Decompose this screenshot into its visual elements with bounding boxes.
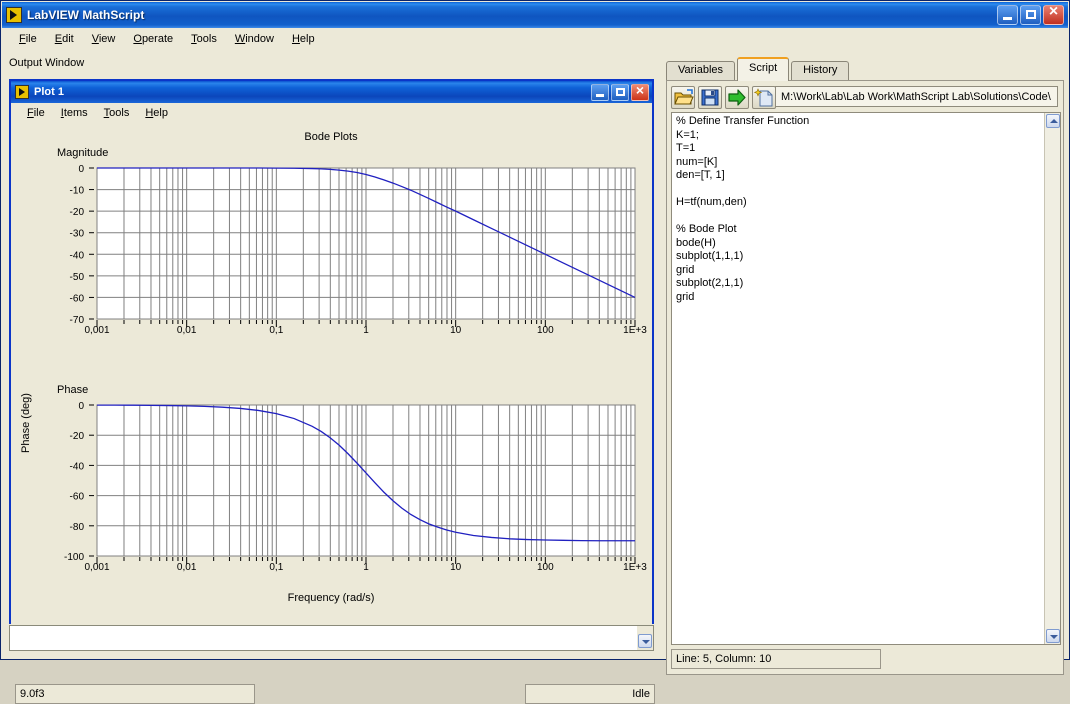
y-tick-label: -60 — [70, 492, 85, 503]
subplot-magnitude — [96, 167, 636, 320]
cursor-position-field: Line: 5, Column: 10 — [671, 649, 881, 669]
plot-menu-tools[interactable]: Tools — [96, 106, 138, 120]
plot-window-controls — [591, 82, 649, 101]
menu-help[interactable]: Help — [283, 31, 324, 47]
close-button[interactable] — [1043, 3, 1064, 25]
script-path-text: M:\Work\Lab\Lab Work\MathScript Lab\Solu… — [781, 90, 1051, 103]
run-state-field: Idle — [525, 684, 655, 704]
y-tick-label: -40 — [70, 461, 85, 472]
plot-title-text: Bode Plots — [304, 131, 358, 143]
script-path-field[interactable]: M:\Work\Lab\Lab Work\MathScript Lab\Solu… — [775, 86, 1058, 107]
cursor-position-text: Line: 5, Column: 10 — [676, 653, 772, 665]
tab-variables[interactable]: Variables — [666, 61, 736, 81]
x-tick-label: 0,1 — [269, 562, 283, 573]
y-tick-label: 0 — [78, 401, 84, 412]
menu-edit[interactable]: Edit — [46, 31, 83, 47]
window-title: LabVIEW MathScript — [27, 8, 145, 22]
x-tick-label: 1E+3 — [623, 562, 647, 573]
menu-tools[interactable]: Tools — [182, 31, 226, 47]
y-tick-label: -30 — [70, 229, 85, 240]
x-tick-label: 0,01 — [177, 325, 197, 336]
menu-view[interactable]: View — [83, 31, 125, 47]
panel-tabs: Variables Script History — [666, 57, 851, 81]
main-menubar: File Edit View Operate Tools Window Help — [2, 28, 1068, 50]
run-script-button[interactable] — [725, 85, 749, 109]
x-tick-label: 0,1 — [269, 325, 283, 336]
bode-plot-svg: Bode Plots Phase (deg) Magnitude 0 -10 -20 -30… — [11, 123, 652, 624]
script-text: % Define Transfer Function K=1; T=1 num=… — [676, 115, 810, 303]
x-tick-label: 10 — [450, 562, 462, 573]
output-window-pane: Output Window Plot 1 File Items Tools He… — [5, 53, 656, 704]
x-tick-label: 0,001 — [84, 325, 109, 336]
save-script-button[interactable] — [698, 85, 722, 109]
x-tick-label: 100 — [537, 325, 554, 336]
x-tick-label: 100 — [537, 562, 554, 573]
y-tick-label: -50 — [70, 272, 85, 283]
y-tick-label: -10 — [70, 186, 85, 197]
plot-menubar: File Items Tools Help — [11, 103, 652, 124]
window-controls — [997, 3, 1064, 25]
output-window-label: Output Window — [9, 57, 85, 69]
tab-history[interactable]: History — [791, 61, 850, 81]
labview-mathscript-window: LabVIEW MathScript File Edit View Operat… — [0, 0, 1070, 704]
open-folder-icon — [674, 88, 694, 104]
plot-window: Plot 1 File Items Tools Help Bode Plots P… — [9, 79, 654, 624]
y-tick-label: -20 — [70, 431, 85, 442]
tab-script[interactable]: Script — [737, 57, 790, 81]
y-tick-label: -20 — [70, 207, 85, 218]
x-tick-label: 1 — [363, 325, 369, 336]
command-status-text: 9.0f3 — [20, 688, 45, 700]
script-editor[interactable]: % Define Transfer Function K=1; T=1 num=… — [671, 112, 1061, 645]
main-titlebar: LabVIEW MathScript — [2, 2, 1068, 28]
subplot-ylabel: Magnitude — [57, 147, 108, 159]
y-tick-label: -70 — [70, 315, 85, 326]
plot-close-button[interactable] — [631, 82, 649, 101]
new-document-icon — [753, 87, 773, 106]
open-script-button[interactable] — [671, 85, 695, 109]
plot-titlebar: Plot 1 — [11, 81, 652, 103]
subplot-phase — [96, 404, 636, 557]
script-pane: Variables Script History M:\Work\Lab\Lab… — [660, 53, 1067, 675]
chevron-down-icon[interactable] — [1046, 629, 1060, 643]
save-floppy-icon — [701, 89, 719, 105]
plot-menu-help[interactable]: Help — [137, 106, 176, 120]
y-tick-label: -60 — [70, 293, 85, 304]
x-tick-label: 10 — [450, 325, 462, 336]
menu-file[interactable]: File — [10, 31, 46, 47]
x-tick-label: 1E+3 — [623, 325, 647, 336]
command-status-field: 9.0f3 — [15, 684, 255, 704]
plot-minimize-button[interactable] — [591, 83, 609, 101]
y-axis-label: Phase (deg) — [20, 393, 32, 453]
output-scrollbar[interactable] — [637, 626, 653, 650]
y-tick-label: -80 — [70, 522, 85, 533]
chevron-up-icon[interactable] — [1046, 114, 1060, 128]
plot-title: Plot 1 — [34, 86, 64, 98]
y-tick-label: -100 — [64, 552, 84, 563]
script-toolbar — [671, 85, 779, 109]
menu-window[interactable]: Window — [226, 31, 283, 47]
x-tick-label: 0,001 — [84, 562, 109, 573]
chevron-down-icon[interactable] — [638, 634, 652, 648]
labview-icon — [15, 85, 29, 99]
new-script-button[interactable] — [752, 85, 776, 109]
labview-icon — [6, 7, 22, 23]
bode-plot-area: Bode Plots Phase (deg) Magnitude 0 -10 -20 -30… — [11, 123, 652, 624]
minimize-button[interactable] — [997, 5, 1018, 25]
maximize-button[interactable] — [1020, 5, 1041, 25]
x-tick-label: 0,01 — [177, 562, 197, 573]
plot-menu-file[interactable]: File — [19, 106, 53, 120]
y-tick-label: -40 — [70, 250, 85, 261]
output-textbox[interactable] — [9, 625, 654, 651]
run-state-text: Idle — [632, 688, 650, 700]
x-axis-label: Frequency (rad/s) — [288, 592, 375, 604]
script-panel: M:\Work\Lab\Lab Work\MathScript Lab\Solu… — [666, 80, 1064, 675]
subplot-ylabel: Phase — [57, 384, 88, 396]
run-arrow-icon — [728, 88, 746, 106]
script-scrollbar[interactable] — [1044, 113, 1060, 644]
menu-operate[interactable]: Operate — [124, 31, 182, 47]
x-tick-label: 1 — [363, 562, 369, 573]
plot-maximize-button[interactable] — [611, 83, 629, 101]
plot-menu-items[interactable]: Items — [53, 106, 96, 120]
y-tick-label: 0 — [78, 164, 84, 175]
